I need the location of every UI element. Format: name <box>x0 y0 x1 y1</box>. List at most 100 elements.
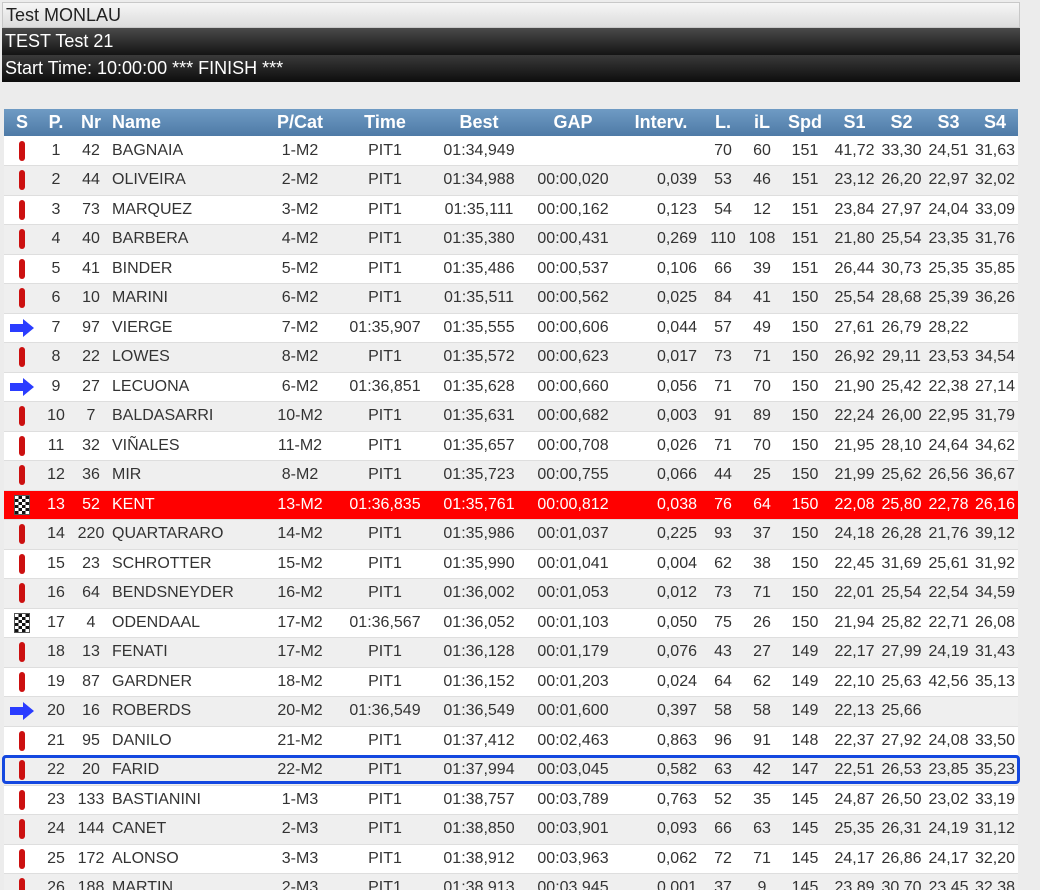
cell-in-laps: 64 <box>745 490 779 520</box>
table-row[interactable]: 11 32 VIÑALES 11-M2 PIT1 01:35,657 00:00,708 0,… <box>4 431 1018 461</box>
cell-s4: 35,85 <box>972 254 1018 284</box>
table-row[interactable]: 16 64 BENDSNEYDER 16-M2 PIT1 01:36,002 00:01,0… <box>4 578 1018 609</box>
pit-icon <box>19 465 25 486</box>
col-gap[interactable]: GAP <box>525 109 621 136</box>
cell-time: PIT1 <box>337 726 433 756</box>
table-row[interactable]: 12 36 MIR 8-M2 PIT1 01:35,723 00:00,755 0,066 44… <box>4 460 1018 491</box>
cell-time: PIT1 <box>337 637 433 668</box>
col-in-laps[interactable]: iL <box>745 109 779 136</box>
table-row[interactable]: 21 95 DANILO 21-M2 PIT1 01:37,412 00:02,463 0,8… <box>4 726 1018 756</box>
cell-status <box>4 342 40 373</box>
cell-s4: 36,67 <box>972 460 1018 491</box>
col-best[interactable]: Best <box>433 109 525 136</box>
cell-category: 2-M3 <box>263 814 337 845</box>
table-row[interactable]: 14 220 QUARTARARO 14-M2 PIT1 01:35,986 00:01,0… <box>4 519 1018 550</box>
pit-icon <box>19 288 25 309</box>
cell-interval: 0,017 <box>621 342 701 373</box>
cell-s4: 26,08 <box>972 608 1018 638</box>
col-s3[interactable]: S3 <box>925 109 972 136</box>
col-s2[interactable]: S2 <box>878 109 925 136</box>
col-category[interactable]: P/Cat <box>263 109 337 136</box>
table-row[interactable]: 10 7 BALDASARRI 10-M2 PIT1 01:35,631 00:00,682… <box>4 401 1018 432</box>
cell-laps: 54 <box>701 195 745 225</box>
col-s4[interactable]: S4 <box>972 109 1018 136</box>
cell-name: VIERGE <box>110 313 263 343</box>
arrow-right-icon <box>9 318 35 338</box>
cell-in-laps: 63 <box>745 814 779 845</box>
cell-name: LECUONA <box>110 372 263 402</box>
col-position[interactable]: P. <box>40 109 72 136</box>
cell-s2: 26,50 <box>878 785 925 815</box>
cell-interval: 0,066 <box>621 460 701 491</box>
cell-in-laps: 42 <box>745 755 779 786</box>
cell-position: 14 <box>40 519 72 550</box>
cell-s1: 22,01 <box>831 578 878 609</box>
cell-best: 01:37,412 <box>433 726 525 756</box>
table-row[interactable]: 22 20 FARID 22-M2 PIT1 01:37,994 00:03,045 0,58… <box>4 755 1018 786</box>
col-name[interactable]: Name <box>110 109 263 136</box>
table-row[interactable]: 23 133 BASTIANINI 1-M3 PIT1 01:38,757 00:03,78… <box>4 785 1018 815</box>
table-row[interactable]: 5 41 BINDER 5-M2 PIT1 01:35,486 00:00,537 0,106… <box>4 254 1018 284</box>
cell-position: 16 <box>40 578 72 609</box>
cell-gap: 00:00,708 <box>525 431 621 461</box>
table-row[interactable]: 25 172 ALONSO 3-M3 PIT1 01:38,912 00:03,963 0,0… <box>4 844 1018 874</box>
cell-name: LOWES <box>110 342 263 373</box>
pit-icon <box>19 642 25 663</box>
table-row[interactable]: 13 52 KENT 13-M2 01:36,835 01:35,761 00:00,812… <box>4 490 1018 520</box>
cell-s2: 28,10 <box>878 431 925 461</box>
cell-best: 01:35,111 <box>433 195 525 225</box>
cell-status <box>4 165 40 196</box>
table-row[interactable]: 2 44 OLIVEIRA 2-M2 PIT1 01:34,988 00:00,020 0,0… <box>4 165 1018 196</box>
cell-s4: 31,12 <box>972 814 1018 845</box>
col-laps[interactable]: L. <box>701 109 745 136</box>
results-table-container[interactable]: S P. Nr Name P/Cat Time Best GAP Interv.… <box>4 109 1018 890</box>
cell-interval: 0,001 <box>621 873 701 890</box>
col-s1[interactable]: S1 <box>831 109 878 136</box>
cell-s4: 35,23 <box>972 755 1018 786</box>
cell-position: 3 <box>40 195 72 225</box>
cell-time: 01:36,549 <box>337 696 433 727</box>
cell-gap: 00:00,755 <box>525 460 621 491</box>
table-row[interactable]: 9 27 LECUONA 6-M2 01:36,851 01:35,628 00:00,66… <box>4 372 1018 402</box>
table-row[interactable]: 26 188 MARTIN 2-M3 PIT1 01:38,913 00:03,945 0,0… <box>4 873 1018 890</box>
table-row[interactable]: 15 23 SCHROTTER 15-M2 PIT1 01:35,990 00:01,041… <box>4 549 1018 579</box>
cell-s2: 26,79 <box>878 313 925 343</box>
col-time[interactable]: Time <box>337 109 433 136</box>
cell-best: 01:35,380 <box>433 224 525 255</box>
cell-gap: 00:01,203 <box>525 667 621 697</box>
pit-icon <box>19 406 25 427</box>
table-row[interactable]: 6 10 MARINI 6-M2 PIT1 01:35,511 00:00,562 0,025… <box>4 283 1018 314</box>
table-row[interactable]: 20 16 ROBERDS 20-M2 01:36,549 01:36,549 00:01,… <box>4 696 1018 727</box>
table-row[interactable]: 1 42 BAGNAIA 1-M2 PIT1 01:34,949 70 60 151 41,72 3… <box>4 136 1018 166</box>
table-row[interactable]: 24 144 CANET 2-M3 PIT1 01:38,850 00:03,901 0,09… <box>4 814 1018 845</box>
table-row[interactable]: 19 87 GARDNER 18-M2 PIT1 01:36,152 00:01,203 0,… <box>4 667 1018 697</box>
table-row[interactable]: 7 97 VIERGE 7-M2 01:35,907 01:35,555 00:00,606… <box>4 313 1018 343</box>
cell-in-laps: 89 <box>745 401 779 432</box>
cell-category: 6-M2 <box>263 372 337 402</box>
results-body: 1 42 BAGNAIA 1-M2 PIT1 01:34,949 70 60 151 41,72 3… <box>4 136 1018 890</box>
cell-s4 <box>972 313 1018 343</box>
cell-position: 22 <box>40 755 72 786</box>
cell-gap: 00:03,963 <box>525 844 621 874</box>
table-row[interactable]: 4 40 BARBERA 4-M2 PIT1 01:35,380 00:00,431 0,26… <box>4 224 1018 255</box>
table-row[interactable]: 8 22 LOWES 8-M2 PIT1 01:35,572 00:00,623 0,017 7… <box>4 342 1018 373</box>
col-interval[interactable]: Interv. <box>621 109 701 136</box>
cell-number: 4 <box>72 608 110 638</box>
table-row[interactable]: 17 4 ODENDAAL 17-M2 01:36,567 01:36,052 00:01,… <box>4 608 1018 638</box>
cell-status <box>4 431 40 461</box>
cell-best: 01:36,128 <box>433 637 525 668</box>
cell-number: 73 <box>72 195 110 225</box>
cell-s3 <box>925 696 972 727</box>
cell-time: PIT1 <box>337 814 433 845</box>
col-status[interactable]: S <box>4 109 40 136</box>
col-speed[interactable]: Spd <box>779 109 831 136</box>
table-row[interactable]: 3 73 MARQUEZ 3-M2 PIT1 01:35,111 00:00,162 0,12… <box>4 195 1018 225</box>
cell-s2: 26,00 <box>878 401 925 432</box>
cell-s1: 22,45 <box>831 549 878 579</box>
cell-s3: 24,04 <box>925 195 972 225</box>
col-number[interactable]: Nr <box>72 109 110 136</box>
table-row[interactable]: 18 13 FENATI 17-M2 PIT1 01:36,128 00:01,179 0,0… <box>4 637 1018 668</box>
cell-laps: 72 <box>701 844 745 874</box>
cell-best: 01:35,990 <box>433 549 525 579</box>
pit-icon <box>19 789 25 810</box>
